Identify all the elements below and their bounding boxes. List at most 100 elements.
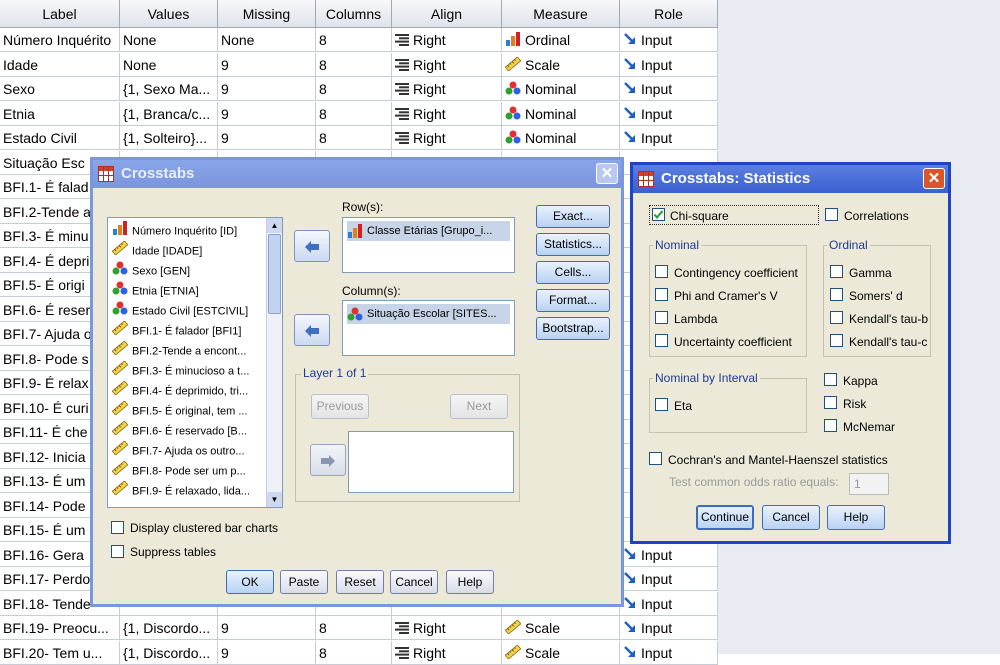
- cell-values[interactable]: {1, Discordo...: [120, 616, 218, 640]
- contingency-coefficient-checkbox[interactable]: [655, 265, 668, 278]
- cell-measure[interactable]: Ordinal: [502, 28, 620, 52]
- cell-values[interactable]: {1, Branca/c...: [120, 101, 218, 126]
- cell-label[interactable]: Número Inquérito: [0, 28, 120, 52]
- cancel-button[interactable]: Cancel: [390, 570, 438, 594]
- kendalls-tau-b-checkbox[interactable]: [830, 311, 843, 324]
- lambda-checkbox[interactable]: [655, 311, 668, 324]
- uncertainty-coefficient-label[interactable]: Uncertainty coefficient: [674, 335, 792, 349]
- cell-align[interactable]: Right: [392, 28, 502, 52]
- cell-columns[interactable]: 8: [316, 101, 392, 126]
- cell-role[interactable]: Input: [620, 567, 718, 591]
- cell-values[interactable]: None: [120, 52, 218, 77]
- crosstabs-close-button[interactable]: ✕: [596, 163, 618, 184]
- table-row[interactable]: Sexo {1, Sexo Ma... 9 8 Right Nominal Input: [0, 77, 718, 101]
- cell-role[interactable]: Input: [620, 542, 718, 567]
- eta-checkbox[interactable]: [655, 398, 668, 411]
- somers-d-checkbox[interactable]: [830, 288, 843, 301]
- kappa-label[interactable]: Kappa: [843, 374, 878, 388]
- table-row[interactable]: Estado Civil {1, Solteiro}... 9 8 Right Nomin…: [0, 126, 718, 150]
- rows-item[interactable]: Classe Etárias [Grupo_i...: [347, 221, 510, 241]
- variable-list-item[interactable]: BFI.9- É relaxado, lida...: [111, 480, 250, 501]
- next-button[interactable]: Next: [450, 394, 508, 419]
- header-missing[interactable]: Missing: [218, 0, 316, 28]
- cell-measure[interactable]: Nominal: [502, 101, 620, 126]
- columns-item[interactable]: Situação Escolar [SITES...: [347, 304, 510, 324]
- risk-label[interactable]: Risk: [843, 397, 866, 411]
- cell-label[interactable]: Sexo: [0, 77, 120, 101]
- cell-label[interactable]: Idade: [0, 52, 120, 77]
- cell-role[interactable]: Input: [620, 52, 718, 77]
- kendalls-tau-b-label[interactable]: Kendall's tau-b: [849, 312, 928, 326]
- cell-values[interactable]: None: [120, 28, 218, 52]
- phi-cramers-v-checkbox[interactable]: [655, 288, 668, 301]
- scroll-up-icon[interactable]: ▲: [267, 218, 282, 233]
- cell-role[interactable]: Input: [620, 101, 718, 126]
- variable-list-item[interactable]: Estado Civil [ESTCIVIL]: [112, 301, 248, 321]
- help-button[interactable]: Help: [446, 570, 494, 594]
- variable-list-item[interactable]: Idade [IDADE]: [111, 240, 202, 261]
- cell-columns[interactable]: 8: [316, 28, 392, 52]
- statistics-titlebar[interactable]: Crosstabs: Statistics ✕: [633, 165, 948, 193]
- somers-d-label[interactable]: Somers' d: [849, 289, 903, 303]
- contingency-coefficient-label[interactable]: Contingency coefficient: [674, 266, 798, 280]
- cell-label[interactable]: Etnia: [0, 101, 120, 126]
- uncertainty-coefficient-checkbox[interactable]: [655, 334, 668, 347]
- scroll-thumb[interactable]: [268, 234, 281, 314]
- test-odds-input[interactable]: [849, 473, 889, 495]
- cell-values[interactable]: {1, Sexo Ma...: [120, 77, 218, 101]
- cell-measure[interactable]: Nominal: [502, 77, 620, 101]
- cell-align[interactable]: Right: [392, 77, 502, 101]
- cell-columns[interactable]: 8: [316, 640, 392, 665]
- columns-list[interactable]: Situação Escolar [SITES...: [342, 300, 515, 356]
- cell-measure[interactable]: Scale: [502, 616, 620, 640]
- cell-missing[interactable]: 9: [218, 101, 316, 126]
- statistics-close-button[interactable]: ✕: [923, 168, 945, 189]
- cell-role[interactable]: Input: [620, 591, 718, 616]
- cell-role[interactable]: Input: [620, 28, 718, 52]
- cell-label[interactable]: Estado Civil: [0, 126, 120, 150]
- header-values[interactable]: Values: [120, 0, 218, 28]
- header-label[interactable]: Label: [0, 0, 120, 28]
- reset-button[interactable]: Reset: [336, 570, 384, 594]
- mcnemar-label[interactable]: McNemar: [843, 420, 895, 434]
- chi-square-label[interactable]: Chi-square: [670, 209, 729, 223]
- table-row[interactable]: Etnia {1, Branca/c... 9 8 Right Nominal Input: [0, 101, 718, 126]
- suppress-tables-label[interactable]: Suppress tables: [130, 545, 216, 559]
- stats-help-button[interactable]: Help: [827, 505, 885, 530]
- bootstrap-button[interactable]: Bootstrap...: [536, 317, 610, 340]
- variable-list-item[interactable]: BFI.7- Ajuda os outro...: [111, 440, 245, 461]
- correlations-label[interactable]: Correlations: [844, 209, 909, 223]
- cell-missing[interactable]: 9: [218, 616, 316, 640]
- table-row[interactable]: BFI.19- Preocu... {1, Discordo... 9 8 Right S…: [0, 616, 718, 640]
- cell-align[interactable]: Right: [392, 52, 502, 77]
- cell-align[interactable]: Right: [392, 126, 502, 150]
- header-columns[interactable]: Columns: [316, 0, 392, 28]
- variable-list-item[interactable]: BFI.6- É reservado [B...: [111, 420, 247, 441]
- format-button[interactable]: Format...: [536, 289, 610, 312]
- phi-cramers-v-label[interactable]: Phi and Cramer's V: [674, 289, 778, 303]
- cell-measure[interactable]: Scale: [502, 52, 620, 77]
- cell-columns[interactable]: 8: [316, 77, 392, 101]
- clustered-bar-checkbox[interactable]: [111, 521, 124, 534]
- variable-list-item[interactable]: BFI.4- É deprimido, tri...: [111, 380, 248, 401]
- cell-missing[interactable]: 9: [218, 126, 316, 150]
- rows-list[interactable]: Classe Etárias [Grupo_i...: [342, 217, 515, 273]
- variable-list-item[interactable]: BFI.1- É falador [BFI1]: [111, 320, 241, 341]
- suppress-tables-checkbox[interactable]: [111, 545, 124, 558]
- cell-label[interactable]: BFI.20- Tem u...: [0, 640, 120, 665]
- move-to-columns-button[interactable]: [294, 314, 330, 346]
- variable-list-item[interactable]: BFI.3- É minucioso a t...: [111, 360, 249, 381]
- scroll-down-icon[interactable]: ▼: [267, 492, 282, 507]
- move-to-rows-button[interactable]: [294, 230, 330, 262]
- kappa-checkbox[interactable]: [824, 373, 837, 386]
- eta-label[interactable]: Eta: [674, 399, 692, 413]
- cell-measure[interactable]: Nominal: [502, 126, 620, 150]
- cell-align[interactable]: Right: [392, 101, 502, 126]
- exact-button[interactable]: Exact...: [536, 205, 610, 228]
- cell-missing[interactable]: None: [218, 28, 316, 52]
- variable-list-scrollbar[interactable]: ▲ ▼: [266, 218, 282, 507]
- variable-list-item[interactable]: Número Inquérito [ID]: [112, 221, 237, 241]
- source-variable-list[interactable]: Número Inquérito [ID] Idade [IDADE] Sexo […: [107, 217, 283, 508]
- mcnemar-checkbox[interactable]: [824, 419, 837, 432]
- cell-role[interactable]: Input: [620, 616, 718, 640]
